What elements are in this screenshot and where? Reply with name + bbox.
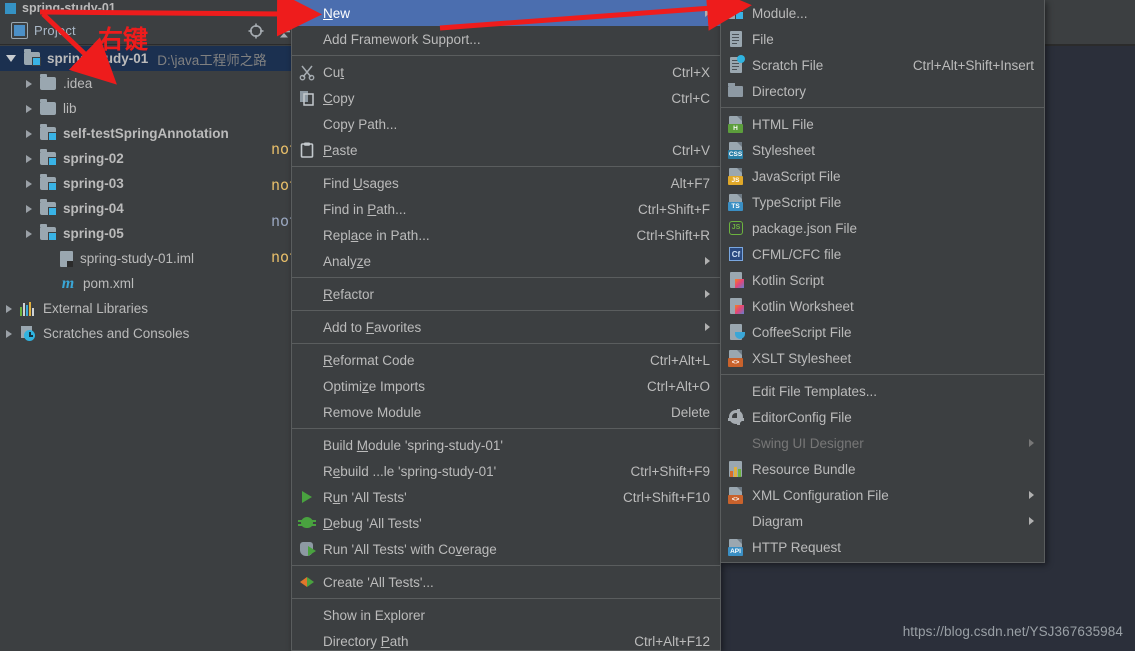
arrow-to-project-node <box>41 12 117 85</box>
annotation-arrows <box>39 0 752 85</box>
arrow-to-module-submenu <box>439 0 752 31</box>
right-click-annotation: 右键 <box>98 25 149 54</box>
arrow-to-new-menu-item <box>39 0 322 37</box>
ide-screenshot: spring-study-01 Project spring-study-01 … <box>0 0 1135 651</box>
